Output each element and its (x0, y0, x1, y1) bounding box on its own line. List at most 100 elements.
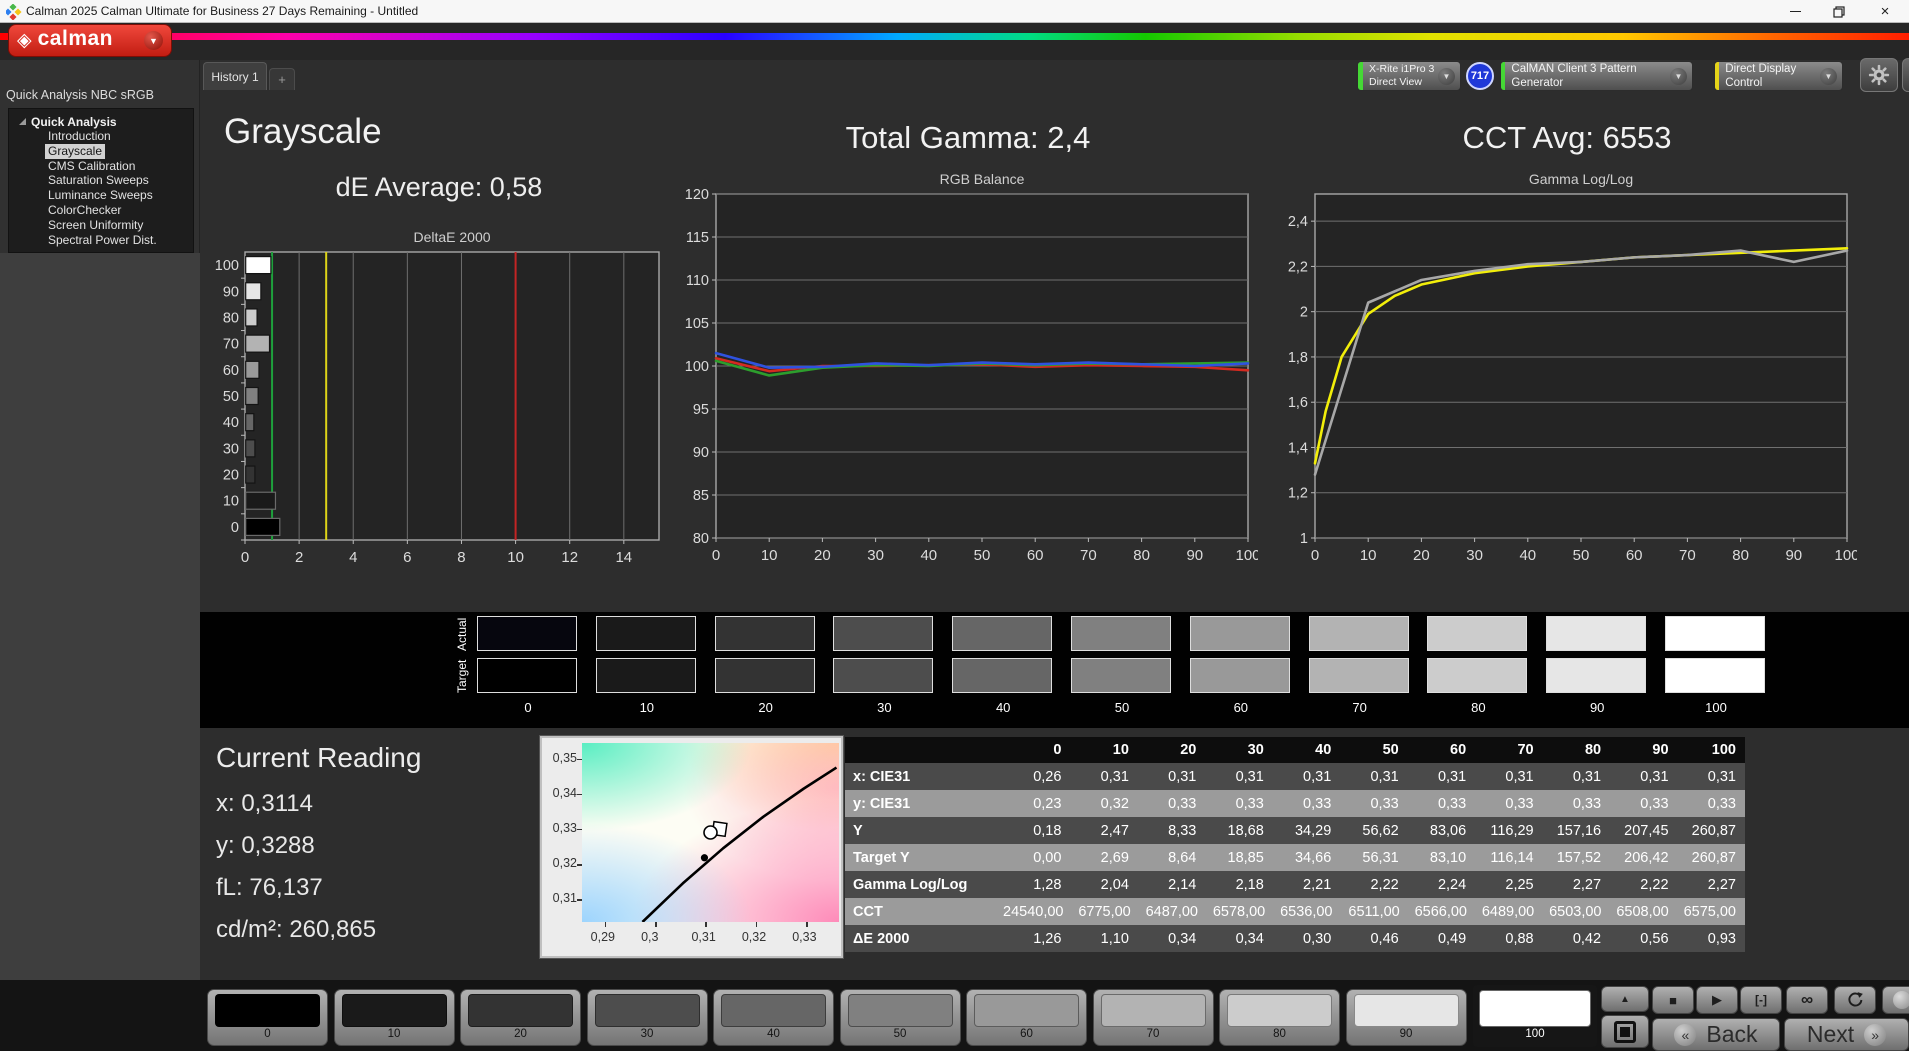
target-row-label: Target (455, 657, 469, 695)
sidebar-item-colorchecker[interactable]: ColorChecker (45, 203, 124, 218)
sidebar-item-introduction[interactable]: Introduction (45, 129, 114, 144)
play-button[interactable]: ▶ (1696, 986, 1738, 1014)
sidebar-item-cms-calibration[interactable]: CMS Calibration (45, 159, 138, 174)
table-cell: 2,22 (1610, 877, 1677, 893)
workflow-title: Quick Analysis NBC sRGB (6, 88, 154, 102)
pattern-button-10[interactable]: 10 (334, 989, 455, 1046)
tree-root-row[interactable]: Quick Analysis (9, 114, 193, 129)
restore-icon[interactable] (1822, 0, 1856, 23)
swatch-level-label: 0 (477, 700, 579, 715)
pattern-generator-dropdown[interactable]: CalMAN Client 3 Pattern Generator ▼ (1500, 61, 1693, 91)
cie-y-label: 0,34 (543, 786, 577, 800)
cie-x-label: 0,31 (691, 930, 715, 944)
sidebar-item-luminance-sweeps[interactable]: Luminance Sweeps (45, 188, 156, 203)
target-swatch-60 (1190, 658, 1290, 693)
settings-button[interactable] (1860, 58, 1898, 92)
table-cell: 0,34 (1205, 931, 1272, 947)
svg-text:20: 20 (223, 468, 239, 484)
add-tab-button[interactable]: + (269, 68, 295, 90)
pattern-button-50[interactable]: 50 (840, 989, 961, 1046)
pattern-button-60[interactable]: 60 (966, 989, 1087, 1046)
pattern-swatch-20 (468, 994, 573, 1027)
table-row-label: Target Y (845, 850, 1003, 866)
table-cell: 56,62 (1340, 823, 1407, 839)
table-cell: 2,18 (1205, 877, 1272, 893)
table-cell: 0,31 (1408, 769, 1475, 785)
table-col-header: 100 (1678, 742, 1745, 758)
pattern-button-100[interactable]: 100 (1473, 985, 1597, 1047)
rainbow-stripe (0, 33, 1909, 40)
previous-point-marker (701, 854, 708, 861)
tree-expander-icon[interactable] (19, 118, 26, 125)
record-button[interactable] (1882, 986, 1909, 1014)
pattern-button-40[interactable]: 40 (713, 989, 834, 1046)
table-cell: 2,47 (1070, 823, 1137, 839)
reading-cdm2: cd/m²: 260,865 (216, 916, 376, 944)
table-cell: 18,68 (1205, 823, 1272, 839)
back-button[interactable]: « Back (1652, 1018, 1780, 1051)
next-button[interactable]: Next » (1784, 1018, 1909, 1051)
tree-root-label: Quick Analysis (31, 115, 117, 129)
pattern-label-50: 50 (841, 1028, 960, 1040)
continuous-measure-button[interactable]: ∞ (1786, 986, 1828, 1014)
table-cell: 6566,00 (1409, 904, 1476, 920)
table-row-label: Gamma Log/Log (845, 877, 1003, 893)
loop-measure-button[interactable] (1834, 986, 1876, 1014)
svg-text:60: 60 (223, 363, 239, 379)
sidebar-tree-items: IntroductionGrayscaleCMS CalibrationSatu… (9, 129, 193, 247)
pattern-button-80[interactable]: 80 (1219, 989, 1340, 1046)
pattern-button-70[interactable]: 70 (1093, 989, 1214, 1046)
single-measure-button[interactable]: [-] (1740, 986, 1782, 1014)
pattern-button-20[interactable]: 20 (460, 989, 581, 1046)
sidebar-item-grayscale[interactable]: Grayscale (45, 144, 105, 159)
table-cell: 0,31 (1678, 769, 1745, 785)
up-arrow-icon: ▲ (1620, 994, 1630, 1005)
tab-history-1[interactable]: History 1 (203, 62, 267, 90)
calman-menu-button[interactable]: ◈ calman ▼ (8, 24, 172, 57)
de-average-readout: dE Average: 0,58 (205, 172, 673, 203)
close-icon[interactable]: × (1868, 0, 1902, 23)
pattern-label-10: 10 (335, 1028, 454, 1040)
table-cell: 6511,00 (1341, 904, 1408, 920)
table-cell: 0,56 (1610, 931, 1677, 947)
table-cell: 6775,00 (1072, 904, 1139, 920)
pattern-button-30[interactable]: 30 (587, 989, 708, 1046)
pattern-label-0: 0 (208, 1028, 327, 1040)
meter-dropdown[interactable]: X-Rite i1Pro 3 Direct View ▼ (1357, 61, 1461, 91)
deltae-chart: DeltaE 200001020304050607080901000246810… (205, 228, 673, 578)
svg-text:100: 100 (1834, 547, 1857, 564)
stop-button[interactable]: ■ (1652, 986, 1694, 1014)
pattern-swatch-90 (1354, 994, 1459, 1027)
table-cell: 0,46 (1340, 931, 1407, 947)
daylight-locus-line (642, 768, 836, 922)
page-title: Grayscale (224, 112, 382, 152)
more-controls-button[interactable] (1902, 58, 1909, 92)
target-swatch-0 (477, 658, 577, 693)
pattern-window-toggle-button[interactable] (1601, 1015, 1649, 1048)
svg-text:50: 50 (223, 389, 239, 405)
table-cell: 0,26 (1003, 769, 1070, 785)
sidebar-item-screen-uniformity[interactable]: Screen Uniformity (45, 218, 146, 233)
table-cell: 1,10 (1070, 931, 1137, 947)
svg-text:90: 90 (1785, 547, 1802, 564)
sidebar-item-saturation-sweeps[interactable]: Saturation Sweeps (45, 173, 152, 188)
sidebar-item-spectral-power-dist[interactable]: Spectral Power Dist. (45, 233, 160, 248)
svg-text:4: 4 (349, 549, 357, 566)
meter-count-badge[interactable]: 717 (1466, 62, 1494, 90)
pattern-label-100: 100 (1473, 1028, 1597, 1040)
chevron-down-icon: ▼ (1820, 68, 1837, 85)
table-cell: 6575,00 (1678, 904, 1745, 920)
table-cell: 2,22 (1340, 877, 1407, 893)
pattern-button-90[interactable]: 90 (1346, 989, 1467, 1046)
actual-swatch-100 (1665, 616, 1765, 651)
display-control-dropdown[interactable]: Direct Display Control ▼ (1714, 61, 1843, 91)
pattern-window-up-button[interactable]: ▲ (1601, 986, 1649, 1012)
actual-swatch-90 (1546, 616, 1646, 651)
chevron-down-icon: ▼ (1438, 68, 1455, 85)
pattern-button-0[interactable]: 0 (207, 989, 328, 1046)
current-reading-title: Current Reading (216, 742, 421, 774)
minimize-icon[interactable] (1778, 0, 1812, 23)
pattern-swatch-100 (1479, 990, 1591, 1027)
target-swatch-30 (833, 658, 933, 693)
pattern-label-80: 80 (1220, 1028, 1339, 1040)
